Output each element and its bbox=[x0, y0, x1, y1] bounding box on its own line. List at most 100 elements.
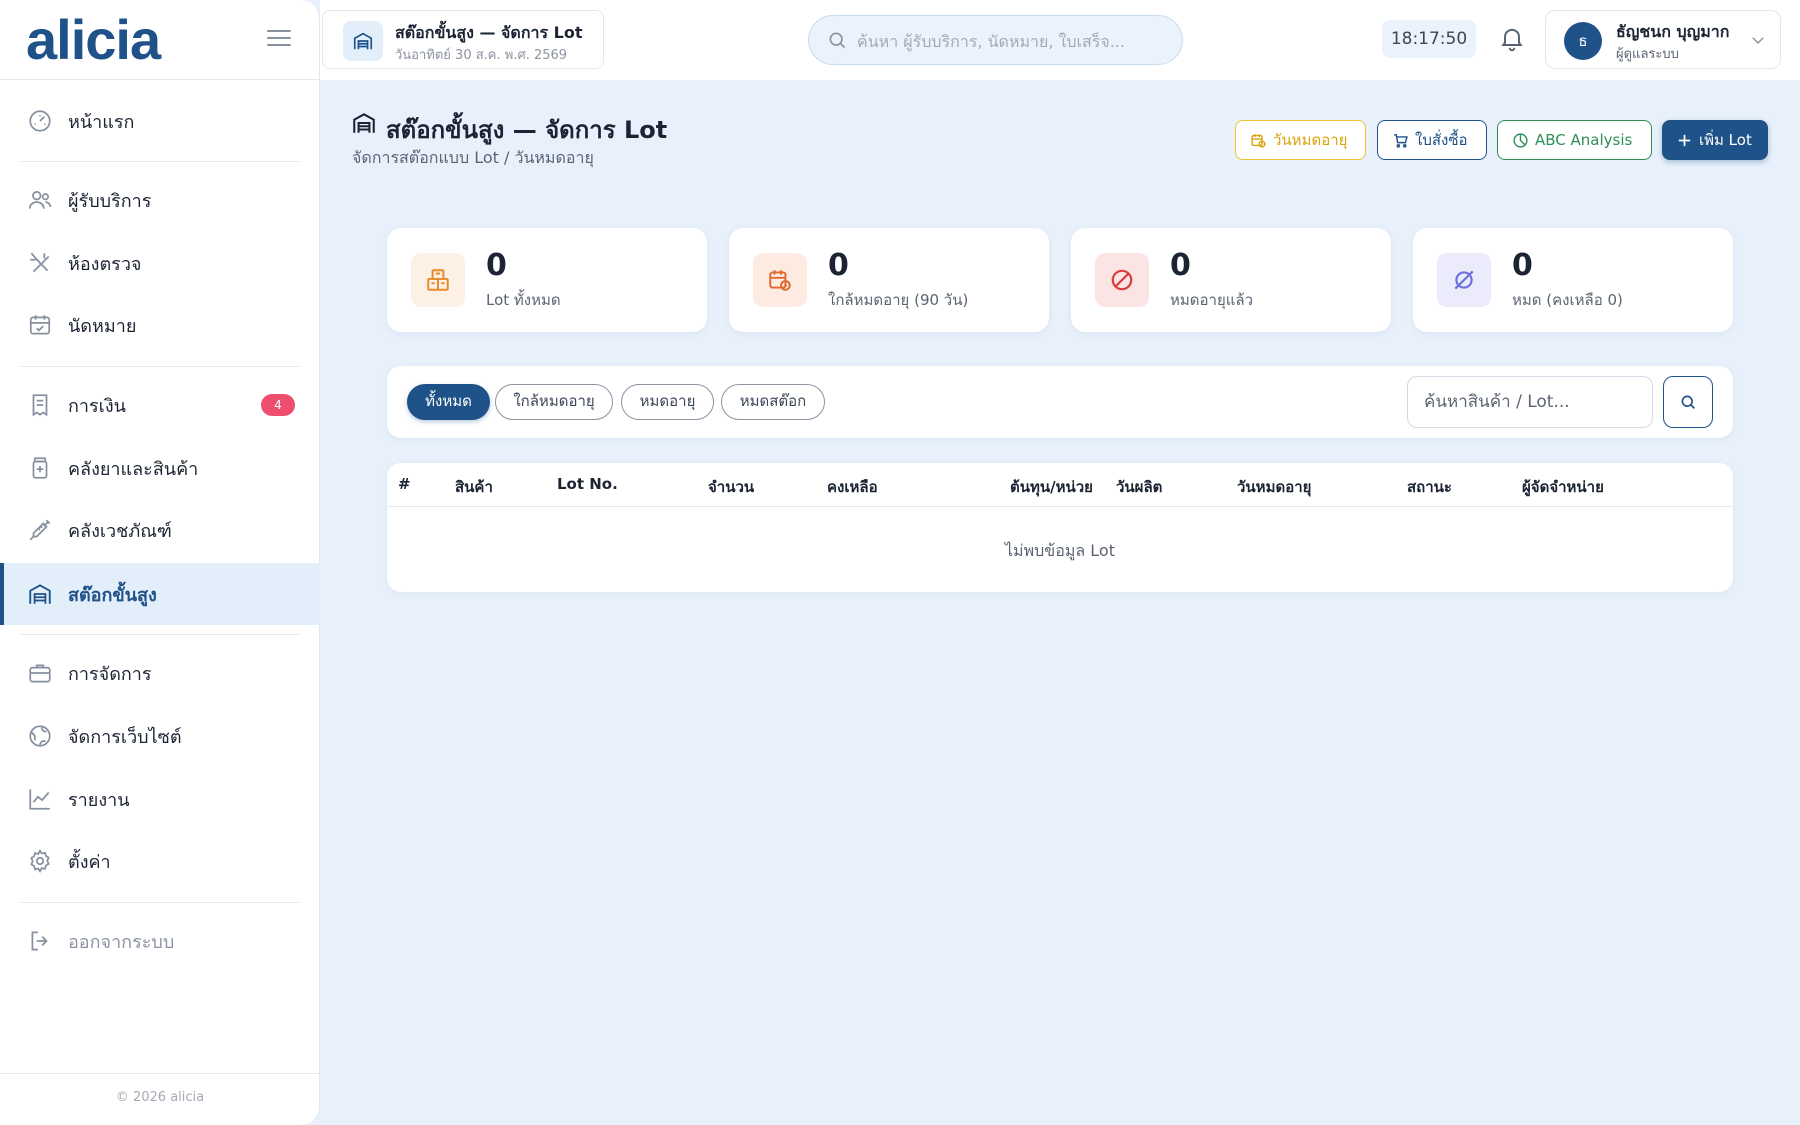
stethoscope-icon bbox=[27, 250, 53, 276]
sidebar-item-management[interactable]: การจัดการ bbox=[0, 642, 320, 704]
sidebar-item-logout[interactable]: ออกจากระบบ bbox=[0, 910, 320, 972]
dashboard-icon bbox=[27, 108, 53, 134]
global-search-input[interactable] bbox=[857, 28, 1167, 54]
stat-card-near-expiry: 0 ใกล้หมดอายุ (90 วัน) bbox=[729, 228, 1049, 332]
empty-state-text: ไม่พบข้อมูล Lot bbox=[1005, 541, 1115, 560]
stat-card-total-lots: 0 Lot ทั้งหมด bbox=[387, 228, 707, 332]
sidebar-item-appointments[interactable]: นัดหมาย bbox=[0, 294, 320, 356]
filter-chip-expired[interactable]: หมดอายุ bbox=[621, 384, 714, 420]
stat-card-expired: 0 หมดอายุแล้ว bbox=[1071, 228, 1391, 332]
sidebar-item-label: คลังเวชภัณฑ์ bbox=[68, 520, 172, 542]
chevron-down-icon bbox=[1749, 31, 1767, 49]
sidebar-item-medical-supplies[interactable]: คลังเวชภัณฑ์ bbox=[0, 499, 320, 561]
column-header[interactable]: จำนวน bbox=[708, 475, 754, 499]
lot-search-input[interactable] bbox=[1407, 376, 1653, 428]
column-header[interactable]: Lot No. bbox=[557, 475, 618, 493]
logout-icon bbox=[27, 928, 53, 954]
lot-search-button[interactable] bbox=[1663, 376, 1713, 428]
stat-label: Lot ทั้งหมด bbox=[486, 291, 561, 309]
breadcrumb: สต๊อกขั้นสูง — จัดการ Lot วันอาทิตย์ 30 … bbox=[322, 10, 604, 69]
global-search bbox=[808, 15, 1183, 65]
cart-icon bbox=[1392, 132, 1409, 149]
add-lot-button-label: เพิ่ม Lot bbox=[1699, 131, 1752, 149]
briefcase-icon bbox=[27, 660, 53, 686]
sidebar-item-reports[interactable]: รายงาน bbox=[0, 768, 320, 830]
topbar: สต๊อกขั้นสูง — จัดการ Lot วันอาทิตย์ 30 … bbox=[320, 0, 1800, 80]
sidebar-item-label: จัดการเว็บไซต์ bbox=[68, 726, 182, 748]
avatar: ธ bbox=[1564, 22, 1602, 60]
add-lot-button[interactable]: เพิ่ม Lot bbox=[1662, 120, 1768, 160]
abc-analysis-button[interactable]: ABC Analysis bbox=[1497, 120, 1652, 160]
user-name: ธัญชนก บุญมาก bbox=[1616, 22, 1730, 41]
stat-value: 0 bbox=[1512, 248, 1533, 283]
box-stack-icon bbox=[411, 253, 465, 307]
user-role: ผู้ดูแลระบบ bbox=[1616, 47, 1679, 62]
sidebar-item-exam-room[interactable]: ห้องตรวจ bbox=[0, 232, 320, 294]
chart-line-icon bbox=[27, 786, 53, 812]
warehouse-icon bbox=[351, 110, 377, 136]
purchase-order-button-label: ใบสั่งซื้อ bbox=[1415, 131, 1468, 149]
column-header[interactable]: ผู้จัดจำหน่าย bbox=[1522, 475, 1604, 499]
divider bbox=[20, 161, 300, 162]
lot-table: # สินค้า Lot No. จำนวน คงเหลือ ต้นทุน/หน… bbox=[387, 463, 1733, 592]
search-icon bbox=[827, 30, 847, 50]
column-header[interactable]: วันผลิต bbox=[1116, 475, 1162, 499]
divider bbox=[20, 634, 300, 635]
notification-badge: 4 bbox=[261, 394, 295, 416]
expiry-date-button[interactable]: วันหมดอายุ bbox=[1235, 120, 1366, 160]
bell-icon[interactable] bbox=[1498, 24, 1526, 52]
sidebar-item-settings[interactable]: ตั้งค่า bbox=[0, 830, 320, 892]
sidebar-item-website[interactable]: จัดการเว็บไซต์ bbox=[0, 705, 320, 767]
purchase-order-button[interactable]: ใบสั่งซื้อ bbox=[1377, 120, 1487, 160]
receipt-icon bbox=[27, 392, 53, 418]
filter-chip-all[interactable]: ทั้งหมด bbox=[407, 384, 490, 420]
sidebar-item-label: คลังยาและสินค้า bbox=[68, 458, 199, 480]
stat-card-out-of-stock: 0 หมด (คงเหลือ 0) bbox=[1413, 228, 1733, 332]
clock: 18:17:50 bbox=[1382, 20, 1476, 58]
sidebar-item-label: ออกจากระบบ bbox=[68, 931, 175, 953]
abc-analysis-button-label: ABC Analysis bbox=[1535, 131, 1633, 149]
divider bbox=[20, 366, 300, 367]
ban-icon bbox=[1095, 253, 1149, 307]
filter-chip-out-of-stock[interactable]: หมดสต๊อก bbox=[721, 384, 825, 420]
stat-label: หมดอายุแล้ว bbox=[1170, 291, 1254, 309]
sidebar-item-clients[interactable]: ผู้รับบริการ bbox=[0, 169, 320, 231]
empty-set-icon bbox=[1437, 253, 1491, 307]
brand-logo[interactable]: alicia bbox=[26, 10, 161, 70]
search-icon bbox=[1679, 393, 1697, 411]
stat-value: 0 bbox=[828, 248, 849, 283]
column-header[interactable]: สินค้า bbox=[455, 475, 493, 499]
sidebar-item-finance[interactable]: การเงิน 4 bbox=[0, 374, 320, 436]
column-header[interactable]: วันหมดอายุ bbox=[1237, 475, 1311, 499]
stat-label: หมด (คงเหลือ 0) bbox=[1512, 291, 1623, 309]
page-subtitle: จัดการสต๊อกแบบ Lot / วันหมดอายุ bbox=[352, 148, 594, 167]
calendar-clock-icon bbox=[1250, 132, 1267, 149]
sidebar-item-label: ห้องตรวจ bbox=[68, 253, 142, 275]
user-menu[interactable]: ธ ธัญชนก บุญมาก ผู้ดูแลระบบ bbox=[1545, 10, 1781, 69]
expiry-date-button-label: วันหมดอายุ bbox=[1273, 131, 1348, 149]
calendar-check-icon bbox=[27, 312, 53, 338]
sidebar-item-label: สต๊อกขั้นสูง bbox=[68, 584, 157, 606]
copyright-text: © 2026 alicia bbox=[115, 1090, 205, 1105]
divider bbox=[20, 902, 300, 903]
sidebar-item-advanced-stock[interactable]: สต๊อกขั้นสูง bbox=[0, 563, 320, 625]
sidebar-item-home[interactable]: หน้าแรก bbox=[0, 90, 320, 152]
sidebar-item-label: หน้าแรก bbox=[68, 111, 135, 133]
syringe-icon bbox=[27, 517, 53, 543]
current-date: วันอาทิตย์ 30 ส.ค. พ.ศ. 2569 bbox=[395, 48, 568, 63]
column-header[interactable]: คงเหลือ bbox=[827, 475, 878, 499]
sidebar-item-label: การเงิน bbox=[68, 395, 126, 417]
sidebar-item-label: นัดหมาย bbox=[68, 315, 137, 337]
filter-chip-near-expiry[interactable]: ใกล้หมดอายุ bbox=[495, 384, 613, 420]
medicine-bottle-icon bbox=[27, 455, 53, 481]
column-header[interactable]: สถานะ bbox=[1407, 475, 1452, 499]
sidebar-item-pharmacy[interactable]: คลังยาและสินค้า bbox=[0, 437, 320, 499]
sidebar-item-label: ตั้งค่า bbox=[68, 851, 111, 873]
globe-icon bbox=[27, 723, 53, 749]
menu-toggle-icon[interactable] bbox=[266, 26, 292, 50]
column-header[interactable]: ต้นทุน/หน่วย bbox=[1010, 475, 1093, 499]
divider bbox=[387, 506, 1733, 507]
stat-value: 0 bbox=[486, 248, 507, 283]
column-header[interactable]: # bbox=[398, 475, 411, 493]
calendar-clock-icon bbox=[753, 253, 807, 307]
